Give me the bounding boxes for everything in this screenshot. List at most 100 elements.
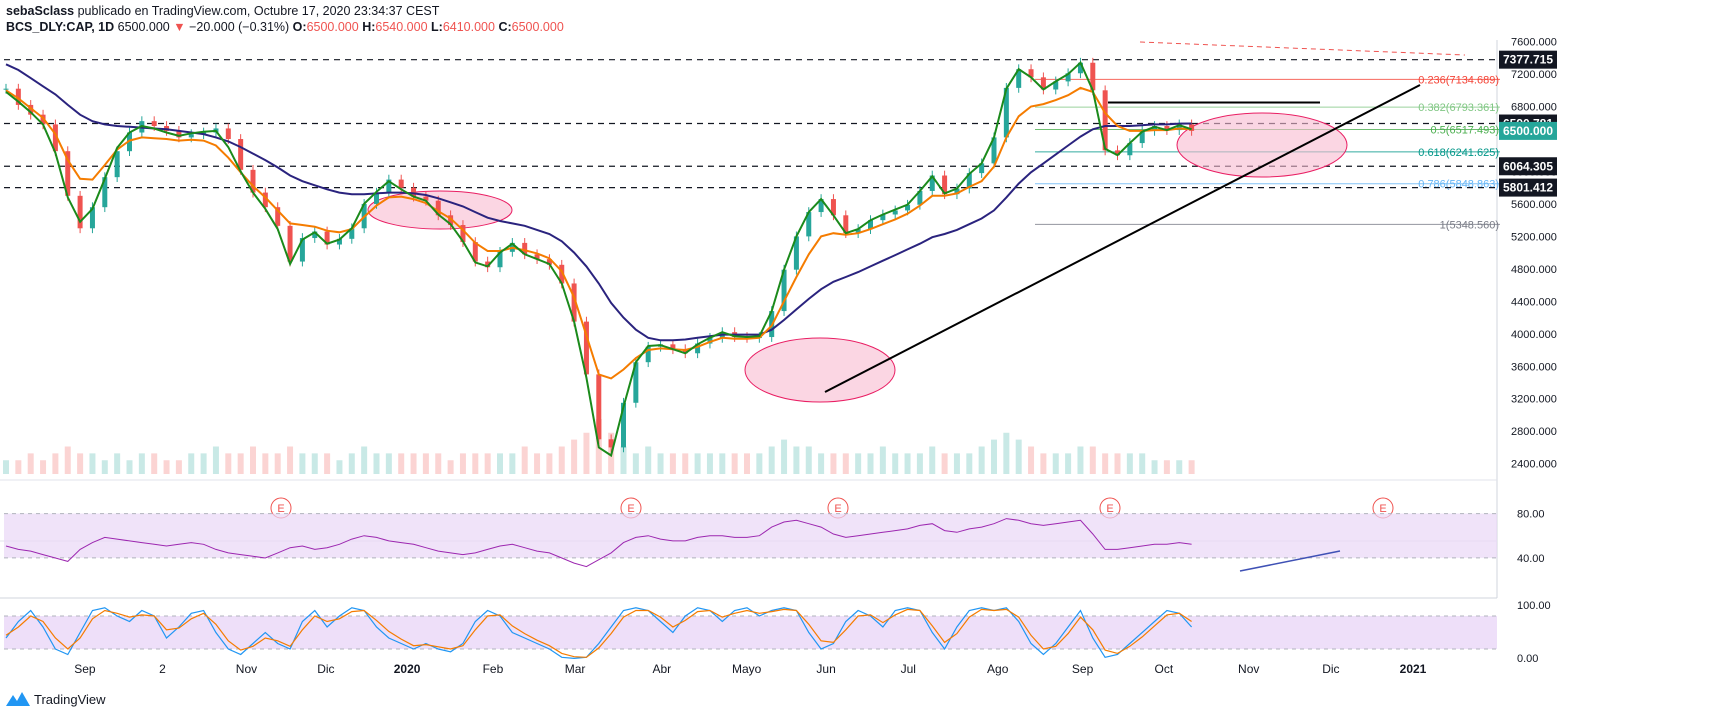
volume-bar xyxy=(1126,453,1133,474)
volume-bar xyxy=(151,453,158,474)
fib-level-label: 0.618(6241.625) xyxy=(1418,147,1499,159)
fib-level-label: 1(5348.560) xyxy=(1440,219,1499,231)
volume-bar xyxy=(632,453,639,474)
candle-body xyxy=(3,88,9,90)
time-tick-label: Sep xyxy=(1072,662,1094,676)
volume-bar xyxy=(435,453,442,474)
highlight-oval xyxy=(744,337,896,403)
volume-bar xyxy=(1065,453,1072,474)
tradingview-brand: TradingView xyxy=(34,691,106,707)
candle-body xyxy=(151,121,157,127)
volume-bar xyxy=(250,446,256,474)
volume-bar xyxy=(756,453,763,474)
volume-bar xyxy=(1040,453,1047,474)
volume-bar xyxy=(225,453,232,474)
price-chart[interactable]: 0.236(7134.689) 0.382(6793.361) 0.5(6517.4… xyxy=(0,0,1729,690)
price-tick-label: 7200.000 xyxy=(1511,69,1557,81)
volume-bar xyxy=(818,453,825,474)
volume-bar xyxy=(694,453,701,474)
volume-bar xyxy=(731,453,738,474)
volume-bar xyxy=(669,453,676,474)
volume-bar xyxy=(262,453,269,474)
price-tick-label: 5200.000 xyxy=(1511,231,1557,243)
time-tick-label: Jun xyxy=(816,662,835,676)
price-tick-label: 2800.000 xyxy=(1511,426,1557,438)
volume-bar xyxy=(3,460,9,474)
volume-bar xyxy=(311,453,318,474)
volume-bar xyxy=(101,460,108,474)
volume-bar xyxy=(175,460,182,474)
candle-body xyxy=(596,374,602,440)
volume-bar xyxy=(682,453,689,474)
volume-bar xyxy=(274,453,281,474)
volume-bar xyxy=(447,460,454,474)
volume-bar xyxy=(781,439,788,474)
volume-bar xyxy=(138,453,145,474)
volume-bar xyxy=(348,453,355,474)
volume-bar xyxy=(953,453,960,474)
time-tick-label: 2 xyxy=(159,662,166,676)
volume-bar xyxy=(1102,453,1109,474)
time-tick-label: Jul xyxy=(901,662,916,676)
time-tick-label: Dic xyxy=(317,662,334,676)
volume-bar xyxy=(77,453,84,474)
volume-bar xyxy=(1015,439,1022,474)
volume-bar xyxy=(1151,460,1158,474)
time-tick-label: 2021 xyxy=(1400,662,1427,676)
price-tick-label: 5600.000 xyxy=(1511,199,1557,211)
stoch-tick-label: 0.00 xyxy=(1517,653,1538,665)
volume-bar xyxy=(422,453,429,474)
fib-level-label: 0.5(6517.493) xyxy=(1431,124,1500,136)
volume-bar xyxy=(1163,460,1170,474)
volume-bar xyxy=(27,453,34,474)
volume-bar xyxy=(1089,446,1096,474)
volume-bar xyxy=(64,446,71,474)
time-tick-label: Nov xyxy=(1238,662,1259,676)
volume-bar xyxy=(916,453,923,474)
price-tag-label: 6064.305 xyxy=(1503,159,1553,173)
rsi-band xyxy=(4,513,1497,558)
volume-bar xyxy=(657,453,664,474)
volume-bar xyxy=(768,446,775,474)
volume-bar xyxy=(1028,446,1035,474)
candle-body xyxy=(114,151,120,178)
volume-bar xyxy=(879,446,886,474)
volume-bar xyxy=(200,453,207,474)
price-tick-label: 3200.000 xyxy=(1511,394,1557,406)
volume-bar xyxy=(830,453,837,474)
rsi-tick-label: 80.00 xyxy=(1517,509,1545,521)
volume-bar xyxy=(336,460,343,474)
volume-bar xyxy=(867,453,874,474)
candle-body xyxy=(225,128,231,140)
volume-bar xyxy=(929,446,936,474)
time-tick-label: Mayo xyxy=(732,662,762,676)
volume-bar xyxy=(398,453,405,474)
volume-bar xyxy=(287,446,294,474)
price-tag-label: 5801.412 xyxy=(1503,181,1553,195)
volume-bar xyxy=(583,432,590,474)
volume-bar xyxy=(299,453,306,474)
time-tick-label: Mar xyxy=(565,662,586,676)
volume-bar xyxy=(1052,453,1059,474)
rsi-tick-label: 40.00 xyxy=(1517,553,1545,565)
volume-bar xyxy=(163,460,170,474)
volume-bar xyxy=(521,446,528,474)
volume-bar xyxy=(904,453,911,474)
volume-bar xyxy=(89,453,96,474)
volume-bar xyxy=(966,453,973,474)
time-tick-label: Abr xyxy=(652,662,671,676)
time-tick-label: 2020 xyxy=(394,662,421,676)
volume-bar xyxy=(744,453,750,474)
volume-bar xyxy=(1139,453,1146,474)
price-tick-label: 4800.000 xyxy=(1511,264,1557,276)
price-tick-label: 3600.000 xyxy=(1511,361,1557,373)
time-tick-label: Ago xyxy=(987,662,1009,676)
volume-bar xyxy=(472,453,479,474)
volume-bar xyxy=(1176,460,1183,474)
price-tag-label: 6500.000 xyxy=(1503,124,1553,138)
tradingview-branding[interactable]: TradingView xyxy=(6,691,106,707)
volume-bar xyxy=(385,453,392,474)
volume-bar xyxy=(805,446,812,474)
volume-bar xyxy=(941,453,948,474)
volume-bar xyxy=(706,453,713,474)
